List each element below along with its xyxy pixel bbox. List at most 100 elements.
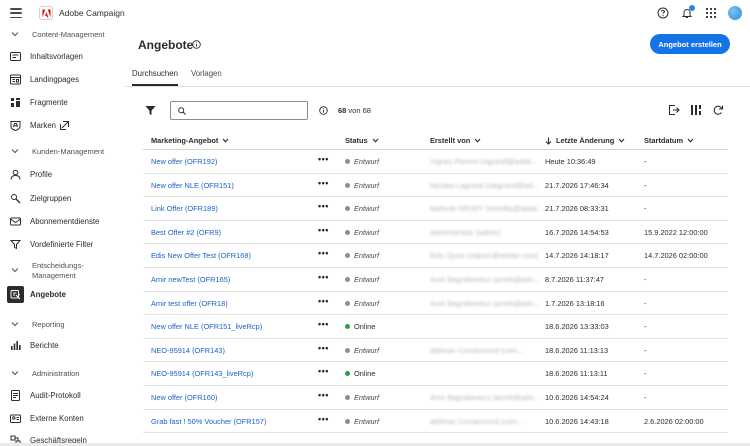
more-actions-icon[interactable]: ••• — [318, 272, 329, 282]
column-header-marketing-angebot[interactable]: Marketing-Angebot — [151, 136, 229, 145]
offer-name-link[interactable]: New offer NLE (OFR151) — [151, 181, 234, 190]
filter-icon[interactable] — [145, 105, 156, 116]
offer-name-link[interactable]: New offer (OFR160) — [151, 393, 217, 402]
create-offer-button[interactable]: Angebot erstellen — [650, 34, 730, 54]
status-dot — [345, 206, 350, 212]
menu-icon[interactable] — [10, 8, 22, 18]
table-row[interactable]: Link Offer (OFR189) ••• Entwurf Mahesh REDD… — [143, 197, 728, 221]
table-row[interactable]: NEO-95914 (OFR143) ••• Entwurf abhinav Coma… — [143, 339, 728, 363]
tab-durchsuchen[interactable]: Durchsuchen — [132, 70, 178, 86]
sidebar-item-landingpages[interactable]: Landingpages — [0, 73, 118, 85]
created-by: abhinav Comarmond (com... — [430, 345, 524, 355]
more-actions-icon[interactable]: ••• — [318, 296, 329, 306]
last-modified: 18.6.2026 13:33:03 — [545, 322, 609, 332]
chevron-down-icon — [687, 138, 694, 143]
more-actions-icon[interactable]: ••• — [318, 366, 329, 376]
column-settings-icon[interactable] — [690, 104, 702, 116]
sidebar-item-berichte[interactable]: Berichte — [0, 339, 118, 351]
column-header-startdatum[interactable]: Startdatum — [644, 136, 694, 145]
offer-name-link[interactable]: Amir newTest (OFR165) — [151, 275, 230, 284]
more-actions-icon[interactable]: ••• — [318, 201, 329, 211]
sidebar-item-marken[interactable]: Marken — [0, 119, 118, 131]
sidebar-section-reporting[interactable]: Reporting — [0, 318, 118, 330]
chevron-down-icon — [11, 149, 19, 154]
open-external-icon[interactable] — [59, 120, 70, 131]
search-input[interactable] — [189, 104, 304, 117]
offer-name-link[interactable]: Link Offer (OFR189) — [151, 204, 218, 213]
created-by: Amir Bagrakiewicz (amirb@ado... — [430, 298, 540, 308]
offer-name-link[interactable]: Best Offer #2 (OFR9) — [151, 228, 221, 237]
offer-name-link[interactable]: New offer (OFR192) — [151, 157, 217, 166]
app-switcher-icon[interactable] — [704, 6, 718, 20]
column-header-status[interactable]: Status — [345, 136, 379, 145]
search-box[interactable] — [170, 101, 308, 120]
sidebar-item-externe-konten[interactable]: Externe Konten — [0, 412, 118, 424]
sidebar-item-profile[interactable]: Profile — [0, 168, 118, 180]
table-row[interactable]: New offer (OFR160) ••• Entwurf Amir Bagraki… — [143, 386, 728, 410]
tab-vorlagen[interactable]: Vorlagen — [191, 70, 222, 86]
offer-name-link[interactable]: Amir test offer (OFR18) — [151, 299, 228, 308]
sidebar-item-fragmente[interactable]: Fragmente — [0, 96, 118, 108]
sidebar-item-audit-protokoll[interactable]: Audit-Protokoll — [0, 389, 118, 401]
last-modified: 8.7.2026 11:37:47 — [545, 274, 605, 284]
table-row[interactable]: New offer NLE (OFR151_liveRcp) ••• Online 1… — [143, 315, 728, 339]
sidebar-section-entscheidung-2: Management — [0, 270, 118, 280]
sidebar-section-kunden[interactable]: Kunden-Management — [0, 145, 118, 157]
user-avatar[interactable] — [728, 6, 742, 20]
column-header-erstellt-von[interactable]: Erstellt von — [430, 136, 481, 145]
offers-table: Marketing-Angebot Status Erstellt von Le… — [143, 130, 728, 434]
more-actions-icon[interactable]: ••• — [318, 343, 329, 353]
sidebar-item-zielgruppen[interactable]: Zielgruppen — [0, 192, 118, 204]
more-actions-icon[interactable]: ••• — [318, 248, 329, 258]
start-date: - — [644, 392, 647, 402]
more-actions-icon[interactable]: ••• — [318, 390, 329, 400]
sidebar-section-entscheidung[interactable]: Entscheidungs- — [0, 260, 118, 273]
sidebar-item-abonnementdienste[interactable]: Abonnementdienste — [0, 215, 118, 227]
sidebar-section-label: Administration — [32, 368, 80, 378]
sidebar-item-label: Inhaltsvorlagen — [30, 51, 83, 61]
table-row[interactable]: New offer (OFR192) ••• Entwurf Vignes Flore… — [143, 150, 728, 174]
notification-bell-icon[interactable] — [680, 5, 695, 20]
sidebar-item-label: Marken — [30, 120, 56, 130]
sidebar-item-inhaltsvorlagen[interactable]: Inhaltsvorlagen — [0, 50, 118, 62]
template-icon — [10, 51, 21, 62]
more-actions-icon[interactable]: ••• — [318, 319, 329, 329]
sidebar-section-label: Content-Management — [32, 29, 105, 39]
offer-name-link[interactable]: Edis New Offer Test (OFR168) — [151, 251, 251, 260]
offer-name-link[interactable]: NEO-95914 (OFR143_liveRcp) — [151, 369, 253, 378]
table-row[interactable]: Best Offer #2 (OFR9) ••• Entwurf Administra… — [143, 221, 728, 245]
accounts-icon — [10, 413, 21, 424]
table-row[interactable]: Grab fast ! 50% Voucher (OFR157) ••• Entwu… — [143, 410, 728, 434]
refresh-icon[interactable] — [712, 104, 724, 116]
offer-name-link[interactable]: NEO-95914 (OFR143) — [151, 346, 225, 355]
sidebar-item-angebote[interactable]: Angebote — [0, 286, 118, 303]
table-row[interactable]: Amir test offer (OFR18) ••• Entwurf Amir Ba… — [143, 292, 728, 316]
table-row[interactable]: New offer NLE (OFR151) ••• Entwurf Nicolas … — [143, 174, 728, 198]
offer-name-link[interactable]: Grab fast ! 50% Voucher (OFR157) — [151, 417, 266, 426]
column-header-letzte-aenderung[interactable]: Letzte Änderung — [545, 136, 625, 145]
export-icon[interactable] — [668, 104, 680, 116]
more-actions-icon[interactable]: ••• — [318, 178, 329, 188]
audit-icon — [10, 389, 21, 401]
sidebar-section-content[interactable]: Content-Management — [0, 28, 118, 40]
sidebar-section-label: Reporting — [32, 319, 65, 329]
sidebar-section-administration[interactable]: Administration — [0, 367, 118, 379]
info-icon[interactable] — [319, 106, 328, 115]
offer-name-link[interactable]: New offer NLE (OFR151_liveRcp) — [151, 322, 262, 331]
table-row[interactable]: Edis New Offer Test (OFR168) ••• Entwurf Ed… — [143, 244, 728, 268]
sidebar-item-label: Abonnementdienste — [30, 216, 100, 226]
created-by: Mahesh REDDY (mreddy@adob... — [430, 204, 544, 214]
table-row[interactable]: NEO-95914 (OFR143_liveRcp) ••• Online 18.6.… — [143, 362, 728, 386]
table-row[interactable]: Amir newTest (OFR165) ••• Entwurf Amir Bagr… — [143, 268, 728, 292]
sidebar-item-label: Landingpages — [30, 74, 79, 84]
info-icon[interactable] — [192, 40, 201, 49]
more-actions-icon[interactable]: ••• — [318, 414, 329, 424]
status-label: Entwurf — [354, 227, 380, 237]
table-body: New offer (OFR192) ••• Entwurf Vignes Flore… — [143, 150, 728, 434]
more-actions-icon[interactable]: ••• — [318, 225, 329, 235]
status-label: Entwurf — [354, 274, 380, 284]
status-label: Online — [354, 369, 376, 379]
help-icon[interactable] — [656, 6, 670, 20]
sidebar-item-vordefinierte-filter[interactable]: Vordefinierte Filter — [0, 238, 118, 250]
more-actions-icon[interactable]: ••• — [318, 154, 329, 164]
